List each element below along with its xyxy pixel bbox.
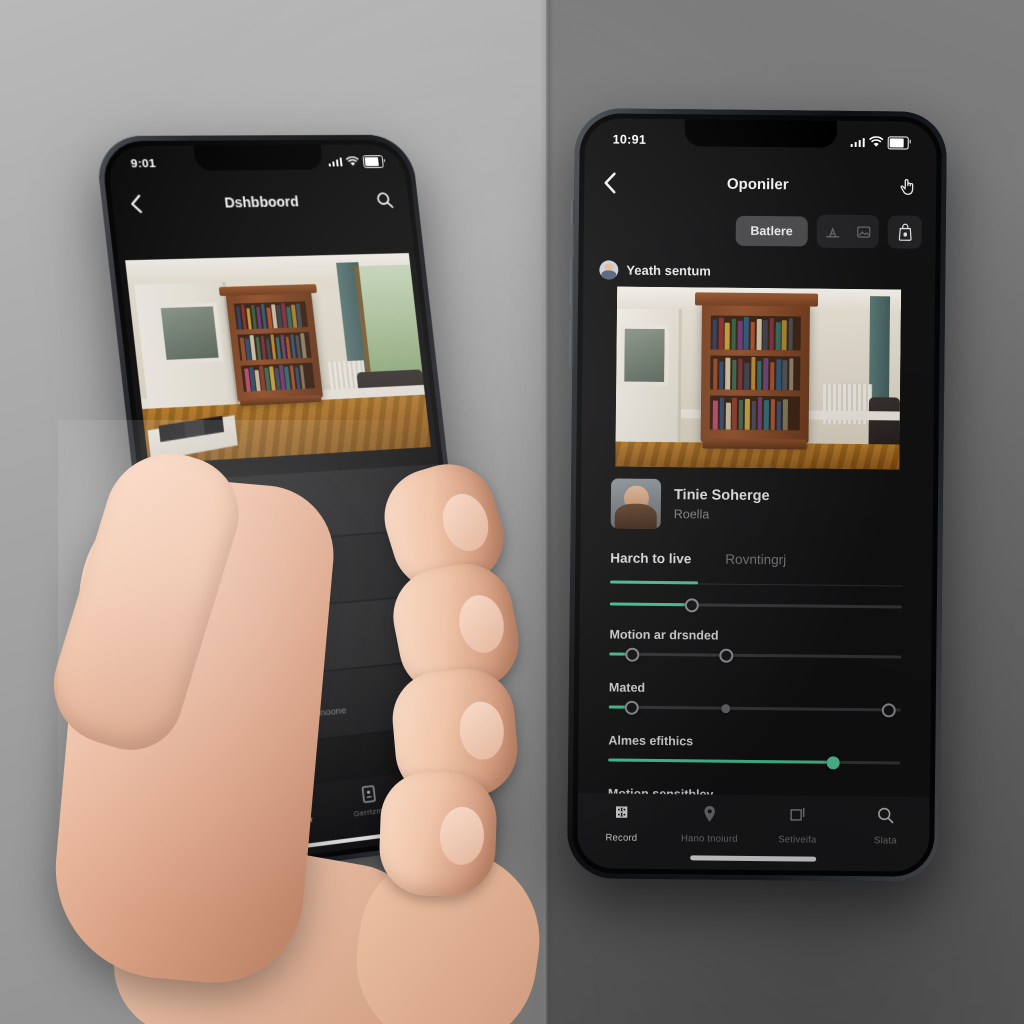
tab-label: Hano tnoiurd xyxy=(680,833,738,845)
tab-slata[interactable]: Slata xyxy=(841,805,929,847)
wifi-icon xyxy=(869,136,884,147)
hand-tap-icon[interactable] xyxy=(898,175,918,196)
toggle-switch[interactable] xyxy=(418,680,454,706)
home-icon xyxy=(210,801,232,823)
owner-name: Yeath sentum xyxy=(626,262,711,279)
tab-label: Elb intar xyxy=(281,814,314,828)
tab-scookess[interactable]: Scookess xyxy=(181,798,261,840)
status-time: 10:91 xyxy=(612,132,647,147)
tab-elb-intar[interactable]: Elb intar xyxy=(257,789,335,830)
slider-track[interactable] xyxy=(608,755,901,769)
signal-bars-icon xyxy=(850,137,865,147)
tab-label: Gerrtzmd xyxy=(353,805,388,819)
toggle-switch[interactable] xyxy=(396,485,432,510)
right-status-bar: 10:91 xyxy=(585,132,937,150)
segment-tabs[interactable]: Harch to live Rovntingrj xyxy=(610,550,902,577)
slider-row[interactable]: Almes efithics xyxy=(608,733,901,769)
status-icons xyxy=(850,135,909,150)
avatar xyxy=(167,562,207,602)
tab-rovntingrj[interactable]: Rovntingrj xyxy=(725,552,786,577)
tab-label: Cenoonfed xyxy=(421,796,462,810)
volume-up-button[interactable] xyxy=(569,258,575,307)
tab-label: Slata xyxy=(874,835,897,847)
active-tab-indicator xyxy=(610,580,699,585)
background-wall-seam xyxy=(540,0,554,1024)
slider-label: Motion ar drsnded xyxy=(609,627,719,643)
document-icon xyxy=(359,784,378,805)
battery-icon xyxy=(887,135,909,150)
profile-subtitle: Roella xyxy=(673,507,710,522)
search-icon[interactable] xyxy=(375,191,394,209)
batlere-button[interactable]: Batlere xyxy=(735,215,808,247)
silent-switch[interactable] xyxy=(570,200,576,227)
tab-cenoonfed[interactable]: Cenoonfed xyxy=(403,772,477,812)
page-title: Dshbboord xyxy=(223,193,300,211)
slider-row[interactable]: Mated xyxy=(608,680,901,717)
avatar xyxy=(599,260,619,280)
right-action-bar[interactable]: Batlere xyxy=(735,214,922,249)
signal-bars-icon xyxy=(327,157,343,167)
camera-preview-right[interactable] xyxy=(615,286,902,470)
tab-label: Record xyxy=(605,832,638,844)
tab-hano-tnoiurd[interactable]: Hano tnoiurd xyxy=(665,803,753,845)
tab-gerrtzmd[interactable]: Gerrtzmd xyxy=(331,780,407,820)
right-phone-screen: 10:91 Oponiler Batlere Yeath sentum Tini… xyxy=(577,118,937,872)
battery-icon xyxy=(362,155,384,169)
gear-icon xyxy=(287,794,304,812)
avatar xyxy=(182,697,222,738)
screenshot-stage: 9:01 Dshbboord Dogfats plming Dwn Iiznib… xyxy=(0,0,1024,1024)
status-time: 9:01 xyxy=(130,157,157,170)
slider-row[interactable]: Motion ar drsnded xyxy=(609,627,902,663)
room-scene-image xyxy=(615,286,902,470)
slider-track[interactable] xyxy=(609,647,902,663)
profile-row[interactable]: Tinie Soherge Roella xyxy=(610,478,904,531)
owner-row[interactable]: Yeath sentum xyxy=(599,260,711,280)
right-phone: 10:91 Oponiler Batlere Yeath sentum Tini… xyxy=(566,108,948,882)
location-pin-icon xyxy=(704,806,715,822)
profile-name: Tinie Soherge xyxy=(673,487,770,505)
tab-label: Scookess xyxy=(203,823,242,838)
page-title: Oponiler xyxy=(726,175,789,193)
bag-lock-icon[interactable] xyxy=(887,215,922,249)
status-icons xyxy=(327,155,384,169)
slider-label: Almes efithics xyxy=(608,733,694,749)
toggle-switch[interactable] xyxy=(411,615,446,640)
slider-row[interactable] xyxy=(609,597,902,612)
tab-harch-to-live[interactable]: Harch to live xyxy=(610,550,691,575)
slider-label: Mated xyxy=(608,680,646,695)
blob-icon xyxy=(436,777,447,792)
chart-icon[interactable] xyxy=(817,215,848,248)
slider-track[interactable] xyxy=(609,597,902,612)
room-scene-image xyxy=(125,253,431,465)
toggle-switch[interactable] xyxy=(403,550,439,575)
profile-avatar xyxy=(610,478,662,529)
volume-down-button[interactable] xyxy=(569,320,574,369)
record-cloud-icon xyxy=(615,806,628,818)
back-chevron-icon[interactable] xyxy=(602,171,617,194)
tab-label: Setiveifa xyxy=(778,834,817,846)
search-icon xyxy=(878,807,894,824)
image-edit-icon[interactable] xyxy=(848,215,879,248)
camera-preview-left[interactable] xyxy=(125,253,431,465)
slider-track[interactable] xyxy=(608,700,901,717)
tab-setiveifa[interactable]: Setiveifa xyxy=(753,804,841,846)
wifi-icon xyxy=(345,156,360,166)
left-status-bar: 9:01 xyxy=(107,155,405,171)
avatar xyxy=(174,629,214,670)
tab-record[interactable]: Record xyxy=(577,802,665,844)
segmented-control[interactable] xyxy=(816,214,879,249)
avatar xyxy=(159,494,199,534)
left-nav-bar: Dshbboord xyxy=(111,183,411,222)
right-nav-bar: Oponiler xyxy=(584,162,936,206)
crop-square-icon xyxy=(790,807,805,821)
